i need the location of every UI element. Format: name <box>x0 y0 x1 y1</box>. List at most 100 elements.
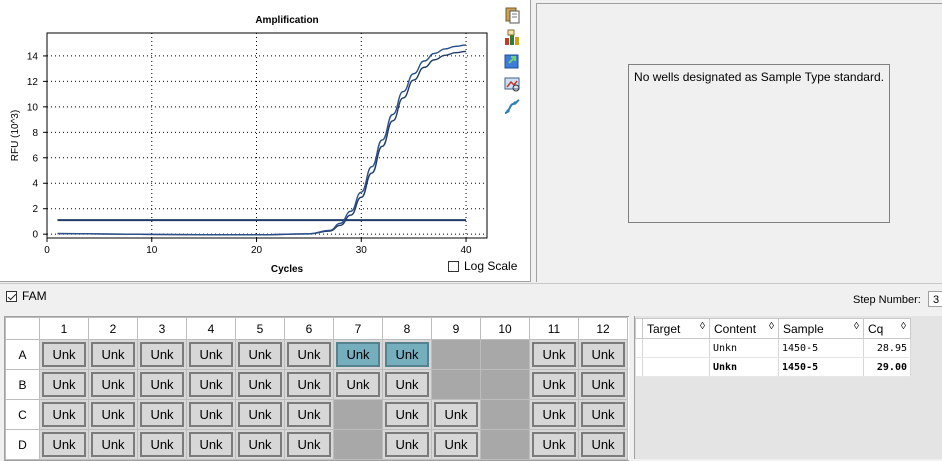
well-D8[interactable]: Unk <box>385 432 429 457</box>
print-chart-icon[interactable] <box>503 75 521 93</box>
plate-cell[interactable]: Unk <box>334 370 383 400</box>
copy-icon[interactable] <box>503 6 521 24</box>
plate-cell[interactable]: Unk <box>383 340 432 370</box>
plate-col-6[interactable]: 6 <box>285 318 334 340</box>
well-D9[interactable]: Unk <box>434 432 478 457</box>
plate-cell[interactable]: Unk <box>89 340 138 370</box>
plate-cell[interactable]: Unk <box>40 370 89 400</box>
plate-cell[interactable]: Unk <box>285 400 334 430</box>
well-A11[interactable]: Unk <box>532 342 576 367</box>
well-B4[interactable]: Unk <box>189 372 233 397</box>
well-B11[interactable]: Unk <box>532 372 576 397</box>
plate-cell[interactable]: Unk <box>40 340 89 370</box>
col-header-sample[interactable]: Sample◊ <box>779 319 864 339</box>
well-A7[interactable]: Unk <box>336 342 380 367</box>
plate-cell[interactable]: Unk <box>89 430 138 460</box>
fam-checkbox[interactable] <box>6 291 17 302</box>
well-D5[interactable]: Unk <box>238 432 282 457</box>
well-B7[interactable]: Unk <box>336 372 380 397</box>
well-B2[interactable]: Unk <box>91 372 135 397</box>
well-D2[interactable]: Unk <box>91 432 135 457</box>
plate-cell[interactable]: Unk <box>530 370 579 400</box>
well-C5[interactable]: Unk <box>238 402 282 427</box>
plate-cell[interactable]: Unk <box>579 400 628 430</box>
plate-cell[interactable]: Unk <box>138 340 187 370</box>
plate-cell[interactable]: Unk <box>187 370 236 400</box>
col-header-target[interactable]: Target◊ <box>643 319 710 339</box>
well-B1[interactable]: Unk <box>42 372 86 397</box>
row-selector[interactable] <box>636 358 643 377</box>
export-chart-icon[interactable] <box>503 29 521 47</box>
plate-cell[interactable] <box>481 400 530 430</box>
plate-cell[interactable] <box>481 430 530 460</box>
well-D11[interactable]: Unk <box>532 432 576 457</box>
well-D1[interactable]: Unk <box>42 432 86 457</box>
well-A6[interactable]: Unk <box>287 342 331 367</box>
plate-cell[interactable]: Unk <box>138 400 187 430</box>
plate-cell[interactable]: Unk <box>530 340 579 370</box>
plate-select-all[interactable] <box>6 318 40 340</box>
plate-cell[interactable]: Unk <box>40 400 89 430</box>
well-C8[interactable]: Unk <box>385 402 429 427</box>
plate-row-header[interactable]: B <box>6 370 40 400</box>
well-B3[interactable]: Unk <box>140 372 184 397</box>
well-A4[interactable]: Unk <box>189 342 233 367</box>
well-C6[interactable]: Unk <box>287 402 331 427</box>
plate-cell[interactable]: Unk <box>334 340 383 370</box>
plate-col-11[interactable]: 11 <box>530 318 579 340</box>
sort-icon[interactable]: ◊ <box>700 321 705 332</box>
results-row[interactable]: Unkn 1450-5 28.95 <box>636 339 911 358</box>
plate-cell[interactable]: Unk <box>383 370 432 400</box>
well-A3[interactable]: Unk <box>140 342 184 367</box>
row-selector[interactable] <box>636 339 643 358</box>
export-data-icon[interactable] <box>503 52 521 70</box>
plate-cell[interactable]: Unk <box>383 430 432 460</box>
col-header-content[interactable]: Content◊ <box>710 319 779 339</box>
step-number-field[interactable]: 3 <box>928 291 942 307</box>
fam-toggle[interactable]: FAM <box>6 289 47 303</box>
well-A5[interactable]: Unk <box>238 342 282 367</box>
plate-cell[interactable]: Unk <box>138 370 187 400</box>
sort-icon[interactable]: ◊ <box>901 321 906 332</box>
plate-cell[interactable]: Unk <box>285 370 334 400</box>
plate-col-7[interactable]: 7 <box>334 318 383 340</box>
plate-cell[interactable]: Unk <box>236 400 285 430</box>
log-scale-toggle[interactable]: Log Scale <box>448 259 517 273</box>
plate-cell[interactable]: Unk <box>383 400 432 430</box>
sort-icon[interactable]: ◊ <box>854 321 859 332</box>
plate-cell[interactable]: Unk <box>285 340 334 370</box>
plate-row-header[interactable]: A <box>6 340 40 370</box>
plate-cell[interactable]: Unk <box>40 430 89 460</box>
trace-style-icon[interactable] <box>503 98 521 116</box>
well-C2[interactable]: Unk <box>91 402 135 427</box>
col-header-cq[interactable]: Cq◊ <box>864 319 911 339</box>
well-B5[interactable]: Unk <box>238 372 282 397</box>
well-C9[interactable]: Unk <box>434 402 478 427</box>
well-C12[interactable]: Unk <box>581 402 625 427</box>
plate-cell[interactable] <box>432 370 481 400</box>
well-C3[interactable]: Unk <box>140 402 184 427</box>
well-C1[interactable]: Unk <box>42 402 86 427</box>
plate-col-5[interactable]: 5 <box>236 318 285 340</box>
plate-cell[interactable] <box>334 430 383 460</box>
well-D12[interactable]: Unk <box>581 432 625 457</box>
plate-cell[interactable]: Unk <box>187 340 236 370</box>
plate-row-header[interactable]: C <box>6 400 40 430</box>
plate-col-12[interactable]: 12 <box>579 318 628 340</box>
plate-cell[interactable] <box>481 340 530 370</box>
plate-cell[interactable]: Unk <box>236 430 285 460</box>
well-B6[interactable]: Unk <box>287 372 331 397</box>
plate-col-2[interactable]: 2 <box>89 318 138 340</box>
well-C4[interactable]: Unk <box>189 402 233 427</box>
well-A1[interactable]: Unk <box>42 342 86 367</box>
plate-cell[interactable]: Unk <box>138 430 187 460</box>
plate-row-header[interactable]: D <box>6 430 40 460</box>
plate-cell[interactable]: Unk <box>530 400 579 430</box>
well-C11[interactable]: Unk <box>532 402 576 427</box>
well-B8[interactable]: Unk <box>385 372 429 397</box>
plate-cell[interactable] <box>481 370 530 400</box>
plate-col-1[interactable]: 1 <box>40 318 89 340</box>
sort-icon[interactable]: ◊ <box>769 321 774 332</box>
well-D6[interactable]: Unk <box>287 432 331 457</box>
plate-cell[interactable]: Unk <box>579 430 628 460</box>
